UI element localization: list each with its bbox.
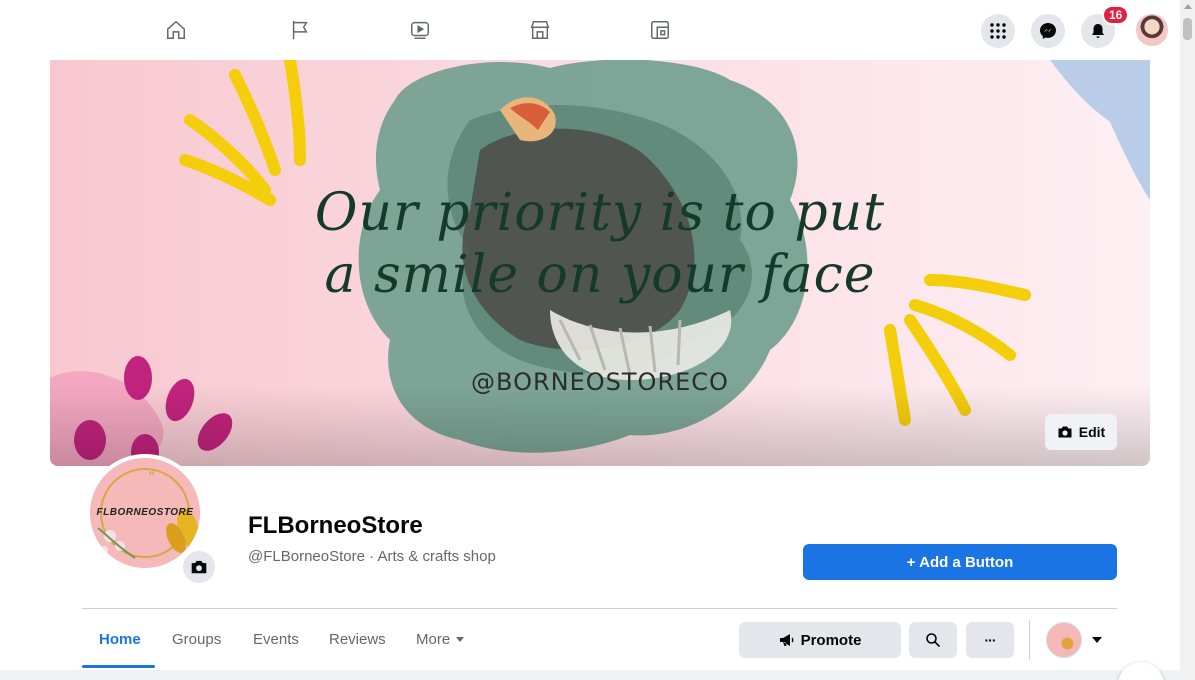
home-icon[interactable] [164,18,188,42]
active-tab-indicator [82,665,155,668]
cover-photo[interactable]: Our priority is to put a smile on your f… [50,60,1150,466]
page-profile-picture[interactable]: ” FLBORNEOSTORE [86,454,204,572]
video-icon[interactable] [408,18,432,42]
svg-text:”: ” [148,470,155,486]
tab-more-label: More [416,630,451,648]
search-icon [926,633,940,647]
page-title: FLBorneoStore [248,512,423,539]
promote-button[interactable]: Promote [739,622,901,658]
chevron-down-icon [456,636,465,642]
tab-events[interactable]: Events [253,610,299,668]
tab-groups[interactable]: Groups [172,610,221,668]
scroll-up-arrow-icon[interactable] [1184,4,1192,9]
notification-badge: 16 [1102,5,1130,25]
messenger-icon[interactable] [1031,14,1065,48]
camera-icon [191,560,207,574]
camera-icon [1058,426,1072,438]
page-switcher-avatar[interactable] [1046,622,1082,658]
megaphone-icon [779,634,794,646]
cover-quote-line-2: a smile on your face [324,245,876,305]
header-divider [82,608,1117,609]
cover-shade [50,386,1150,466]
cover-quote-line-1: Our priority is to put [314,183,886,243]
marketplace-icon[interactable] [528,18,552,42]
more-options-button[interactable]: ··· [966,622,1014,658]
menu-grid-icon[interactable] [981,14,1015,48]
tab-home[interactable]: Home [99,610,141,668]
tab-reviews[interactable]: Reviews [329,610,386,668]
account-avatar[interactable] [1134,12,1170,48]
page-subtitle: @FLBorneoStore · Arts & crafts shop [248,548,496,565]
gaming-icon[interactable] [648,18,672,42]
scrollbar-thumb[interactable] [1183,18,1192,40]
actions-separator [1029,620,1030,660]
update-profile-picture-button[interactable] [183,551,215,583]
page-scrollbar[interactable] [1180,0,1195,680]
avatar-text: FLBORNEOSTORE [96,507,194,518]
tab-more[interactable]: More [416,610,465,668]
cover-quote: Our priority is to put a smile on your f… [50,182,1150,306]
edit-cover-button[interactable]: Edit [1045,414,1117,450]
chevron-down-icon[interactable] [1092,637,1102,643]
edit-cover-label: Edit [1078,424,1106,440]
more-options-icon: ··· [984,632,997,648]
top-navigation-bar: 16 [0,0,1195,60]
add-a-button[interactable]: + Add a Button [803,544,1117,580]
flag-icon[interactable] [288,18,312,42]
promote-label: Promote [800,631,862,649]
search-button[interactable] [909,622,957,658]
